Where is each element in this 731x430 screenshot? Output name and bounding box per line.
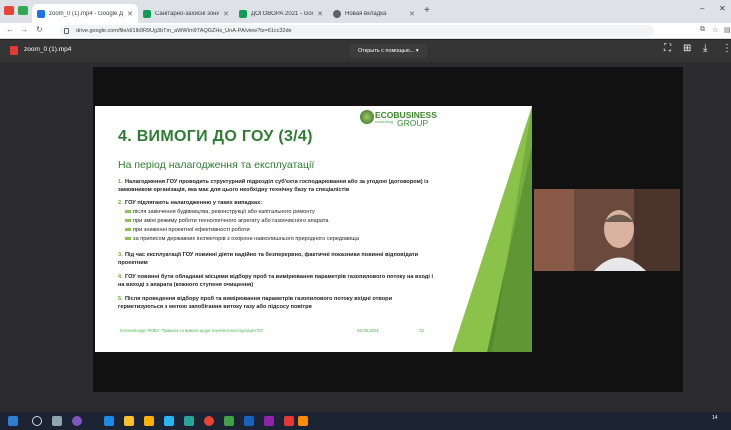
slide-subtitle: На період налагодження та експлуатації bbox=[118, 159, 315, 171]
bullet-icon bbox=[125, 237, 131, 241]
system-clock[interactable]: 14 bbox=[712, 415, 718, 421]
reload-icon[interactable]: ↻ bbox=[36, 25, 43, 34]
taskbar-app-icon[interactable] bbox=[264, 416, 274, 426]
open-with-label: Открыть с помощью... bbox=[358, 48, 415, 54]
item-text: Налагодження ГОУ проводить структурний п… bbox=[118, 179, 429, 193]
slide-title: 4. ВИМОГИ ДО ГОУ (3/4) bbox=[118, 128, 313, 145]
extensions-icon[interactable]: ▤ bbox=[724, 26, 731, 34]
sub-list-item: при зміні режиму роботи технологічного а… bbox=[125, 218, 425, 226]
sub-list-item: при зниженні проектної ефективності робо… bbox=[125, 227, 425, 235]
item-text: Під час експлуатації ГОУ повинні діяти н… bbox=[118, 252, 419, 266]
more-icon[interactable]: ⋮ bbox=[722, 43, 731, 54]
bullet-icon bbox=[125, 219, 131, 223]
back-arrow-icon[interactable]: ← bbox=[6, 25, 14, 34]
close-tab-icon[interactable]: ✕ bbox=[409, 10, 415, 18]
tab-sanitary-zones[interactable]: Санітарно-захисні зони. 12.04.2 ✕ bbox=[138, 4, 234, 23]
presentation-slide: ECOBUSINESS consulting GROUP 4. ВИМОГИ Д… bbox=[95, 106, 532, 352]
slide-footer: Інтенсив-курс РМЕУ: Правила та вимоги що… bbox=[120, 328, 263, 333]
start-button-icon[interactable] bbox=[8, 416, 18, 426]
taskbar-app-icon[interactable] bbox=[104, 416, 114, 426]
lock-icon bbox=[64, 28, 69, 34]
leaf-logo-icon bbox=[360, 110, 374, 124]
photos-pinned-tab[interactable] bbox=[18, 6, 28, 15]
tab-label: ДОГОВОРА 2021 - Google Таб bbox=[251, 10, 313, 17]
bullet-icon bbox=[125, 210, 131, 214]
tab-new-tab[interactable]: Новая вкладка ✕ bbox=[328, 4, 420, 23]
sub-list-item: за приписом державних інспекторів з охор… bbox=[125, 236, 425, 244]
slide-green-decoration bbox=[452, 106, 532, 352]
close-window-button[interactable]: ✕ bbox=[719, 4, 726, 13]
item-text: ГОУ підлягають налагодженню у таких випа… bbox=[125, 200, 263, 206]
list-item: 3. Під час експлуатації ГОУ повинні діяти… bbox=[118, 252, 419, 266]
taskbar-app-icon[interactable] bbox=[244, 416, 254, 426]
sheets-icon bbox=[239, 9, 247, 18]
taskbar-app-icon[interactable] bbox=[298, 416, 308, 426]
tab-label: zoom_0 (1).mp4 - Google Д bbox=[49, 10, 124, 17]
logo-group-text: GROUP bbox=[397, 118, 429, 128]
tab-label: Новая вкладка bbox=[345, 10, 387, 17]
gmail-pinned-tab[interactable] bbox=[4, 6, 14, 15]
tab-label: Санітарно-захисні зони. 12.04.2 bbox=[155, 10, 220, 17]
webcam-thumbnail bbox=[534, 189, 680, 271]
search-icon[interactable] bbox=[32, 416, 42, 426]
taskbar-app-icon[interactable] bbox=[124, 416, 134, 426]
sub-list-item: після закінчення будівництва, реконструк… bbox=[125, 209, 425, 217]
file-name: zoom_0 (1).mp4 bbox=[24, 46, 72, 53]
bookmark-star-icon[interactable]: ☆ bbox=[712, 26, 718, 34]
taskbar-app-icon[interactable] bbox=[284, 416, 294, 426]
forward-arrow-icon[interactable]: → bbox=[20, 25, 28, 34]
task-view-icon[interactable] bbox=[52, 416, 62, 426]
slide-date: 06.08.2021 bbox=[357, 328, 379, 333]
chrome-taskbar-icon[interactable] bbox=[204, 416, 214, 426]
close-tab-icon[interactable]: ✕ bbox=[127, 10, 133, 18]
video-file-icon bbox=[10, 46, 18, 55]
cortana-icon[interactable] bbox=[72, 416, 82, 426]
install-app-icon[interactable]: ⧉ bbox=[700, 26, 705, 34]
browser-tab-strip: zoom_0 (1).mp4 - Google Д ✕ Санітарно-за… bbox=[0, 0, 731, 23]
download-icon[interactable]: ⤓ bbox=[703, 43, 707, 54]
close-tab-icon[interactable]: ✕ bbox=[317, 10, 323, 18]
taskbar-app-icon[interactable] bbox=[224, 416, 234, 426]
item-text: Після проведення відбору проб та вимірюв… bbox=[118, 296, 393, 310]
drive-icon bbox=[143, 9, 151, 18]
drive-icon bbox=[37, 9, 45, 18]
list-item: 5. Після проведення відбору проб та вимір… bbox=[118, 296, 393, 310]
slide-page-number: 10 bbox=[419, 328, 424, 333]
ecobusiness-logo: ECOBUSINESS consulting GROUP bbox=[358, 109, 437, 133]
taskbar-app-icon[interactable] bbox=[184, 416, 194, 426]
tab-drive-video[interactable]: zoom_0 (1).mp4 - Google Д ✕ bbox=[32, 4, 138, 23]
taskbar-app-icon[interactable] bbox=[164, 416, 174, 426]
tab-contracts-sheet[interactable]: ДОГОВОРА 2021 - Google Таб ✕ bbox=[234, 4, 328, 23]
add-shortcut-icon[interactable]: ⛶ bbox=[664, 43, 671, 54]
list-item: 4. ГОУ повинні бути обладнані місцями від… bbox=[118, 274, 433, 288]
address-bar[interactable]: drive.google.com/file/d/1lb9R9Ug3bTm_aWW… bbox=[60, 25, 654, 37]
list-item: 1. Налагодження ГОУ проводить структурний… bbox=[118, 179, 429, 193]
new-tab-button[interactable]: + bbox=[424, 5, 430, 16]
close-tab-icon[interactable]: ✕ bbox=[223, 10, 229, 18]
speaker-video-frame bbox=[534, 189, 680, 271]
chrome-icon bbox=[333, 9, 341, 18]
bullet-icon bbox=[125, 228, 131, 232]
browser-toolbar: ← → ↻ drive.google.com/file/d/1lb9R9Ug3b… bbox=[0, 23, 731, 39]
list-item: 2. ГОУ підлягають налагодженню у таких ви… bbox=[118, 200, 263, 206]
chevron-down-icon: ▾ bbox=[415, 48, 419, 54]
item-text: ГОУ повинні бути обладнані місцями відбо… bbox=[118, 274, 433, 288]
taskbar-app-icon[interactable] bbox=[144, 416, 154, 426]
minimize-button[interactable]: ‒ bbox=[700, 4, 704, 13]
open-in-new-icon[interactable]: ⊞ bbox=[683, 43, 691, 54]
logo-small-text: consulting bbox=[375, 119, 394, 124]
viewer-header: zoom_0 (1).mp4 Открыть с помощью... ▾ ⛶ … bbox=[0, 40, 731, 62]
open-with-button[interactable]: Открыть с помощью... ▾ bbox=[350, 44, 427, 58]
windows-taskbar: 14 bbox=[0, 412, 731, 430]
